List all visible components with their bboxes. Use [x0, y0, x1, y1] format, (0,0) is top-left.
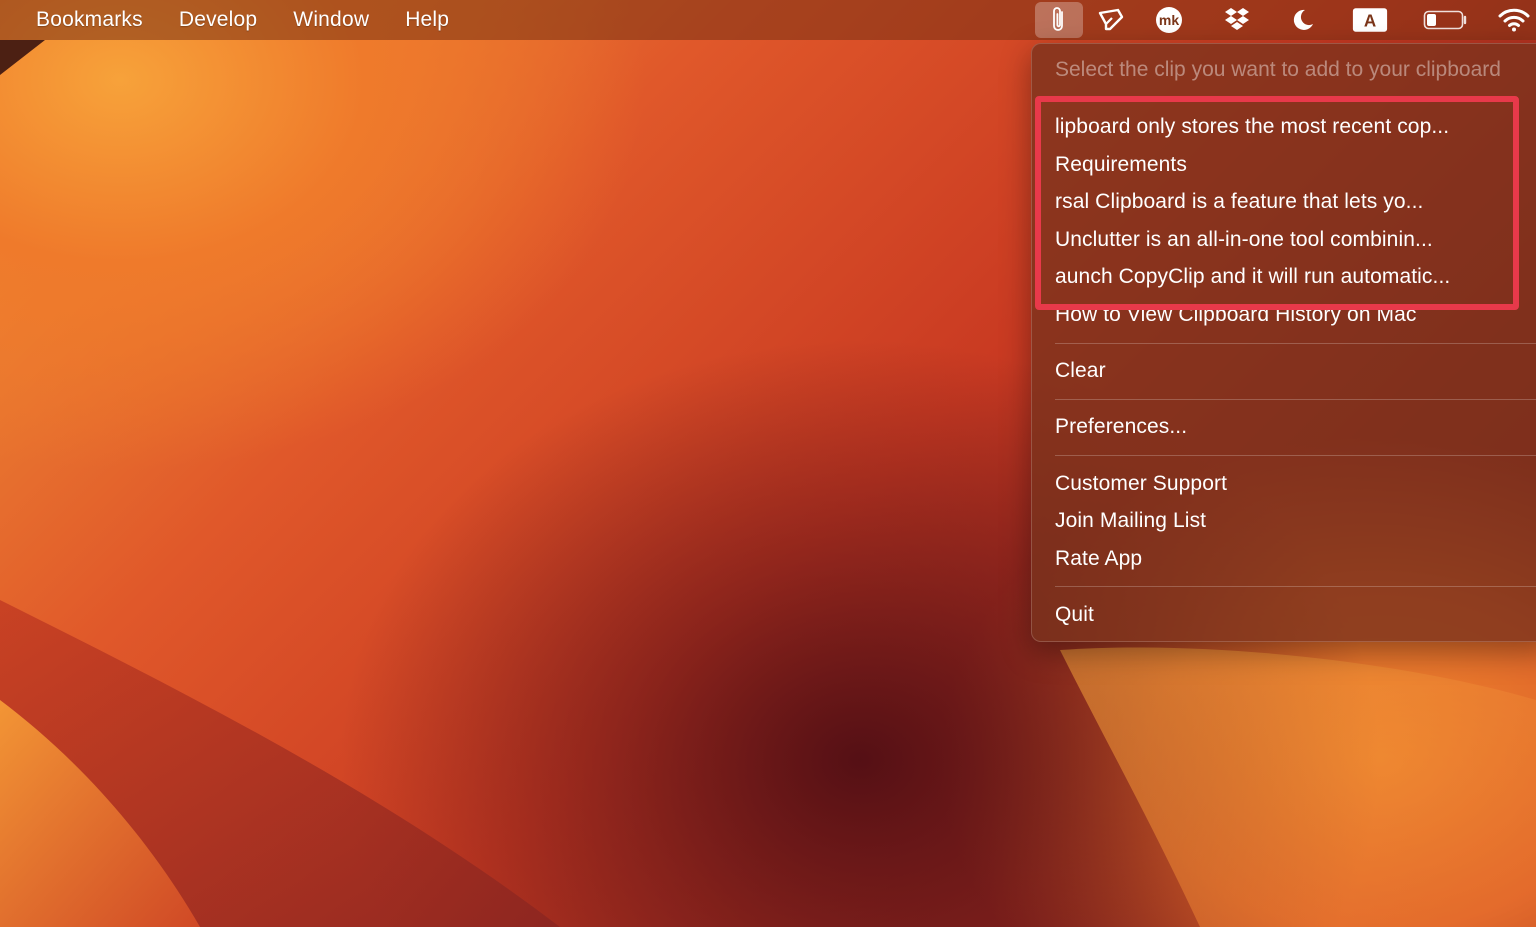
clip-item[interactable]: Unclutter is an all-in-one tool combinin…: [1055, 228, 1433, 252]
menu-separator: [1055, 455, 1536, 456]
clip-item[interactable]: lipboard only stores the most recent cop…: [1055, 115, 1449, 139]
battery-icon[interactable]: [1422, 4, 1470, 36]
paperclip-icon[interactable]: [1035, 2, 1083, 38]
preferences-menu-item[interactable]: Preferences...: [1055, 415, 1187, 439]
rate-app-menu-item[interactable]: Rate App: [1055, 547, 1142, 571]
clipboard-dropdown-menu: Select the clip you want to add to your …: [1031, 43, 1536, 642]
join-mailing-list-menu-item[interactable]: Join Mailing List: [1055, 509, 1206, 533]
clear-menu-item[interactable]: Clear: [1055, 359, 1106, 383]
customer-support-menu-item[interactable]: Customer Support: [1055, 472, 1227, 496]
keyboard-input-icon[interactable]: A: [1352, 4, 1388, 36]
menu-separator: [1055, 586, 1536, 587]
menu-separator: [1055, 399, 1536, 400]
dropdown-header: Select the clip you want to add to your …: [1055, 58, 1501, 81]
pen-tool-icon[interactable]: [1093, 4, 1129, 36]
clip-item[interactable]: Requirements: [1055, 153, 1187, 177]
menu-separator: [1055, 343, 1536, 344]
desktop-wallpaper: Bookmarks Develop Window Help mk A Selec…: [0, 0, 1536, 927]
status-menu-area: mk A: [0, 0, 1536, 40]
svg-text:A: A: [1364, 11, 1376, 30]
quit-menu-item[interactable]: Quit: [1055, 603, 1094, 627]
moon-icon[interactable]: [1284, 4, 1320, 36]
clip-item[interactable]: rsal Clipboard is a feature that lets yo…: [1055, 190, 1423, 214]
clip-item[interactable]: aunch CopyClip and it will run automatic…: [1055, 265, 1450, 289]
clip-item[interactable]: How to View Clipboard History on Mac: [1055, 303, 1417, 327]
wifi-icon[interactable]: [1496, 4, 1532, 36]
dropbox-icon[interactable]: [1219, 4, 1255, 36]
svg-text:mk: mk: [1159, 12, 1179, 28]
mk-app-icon[interactable]: mk: [1151, 4, 1187, 36]
